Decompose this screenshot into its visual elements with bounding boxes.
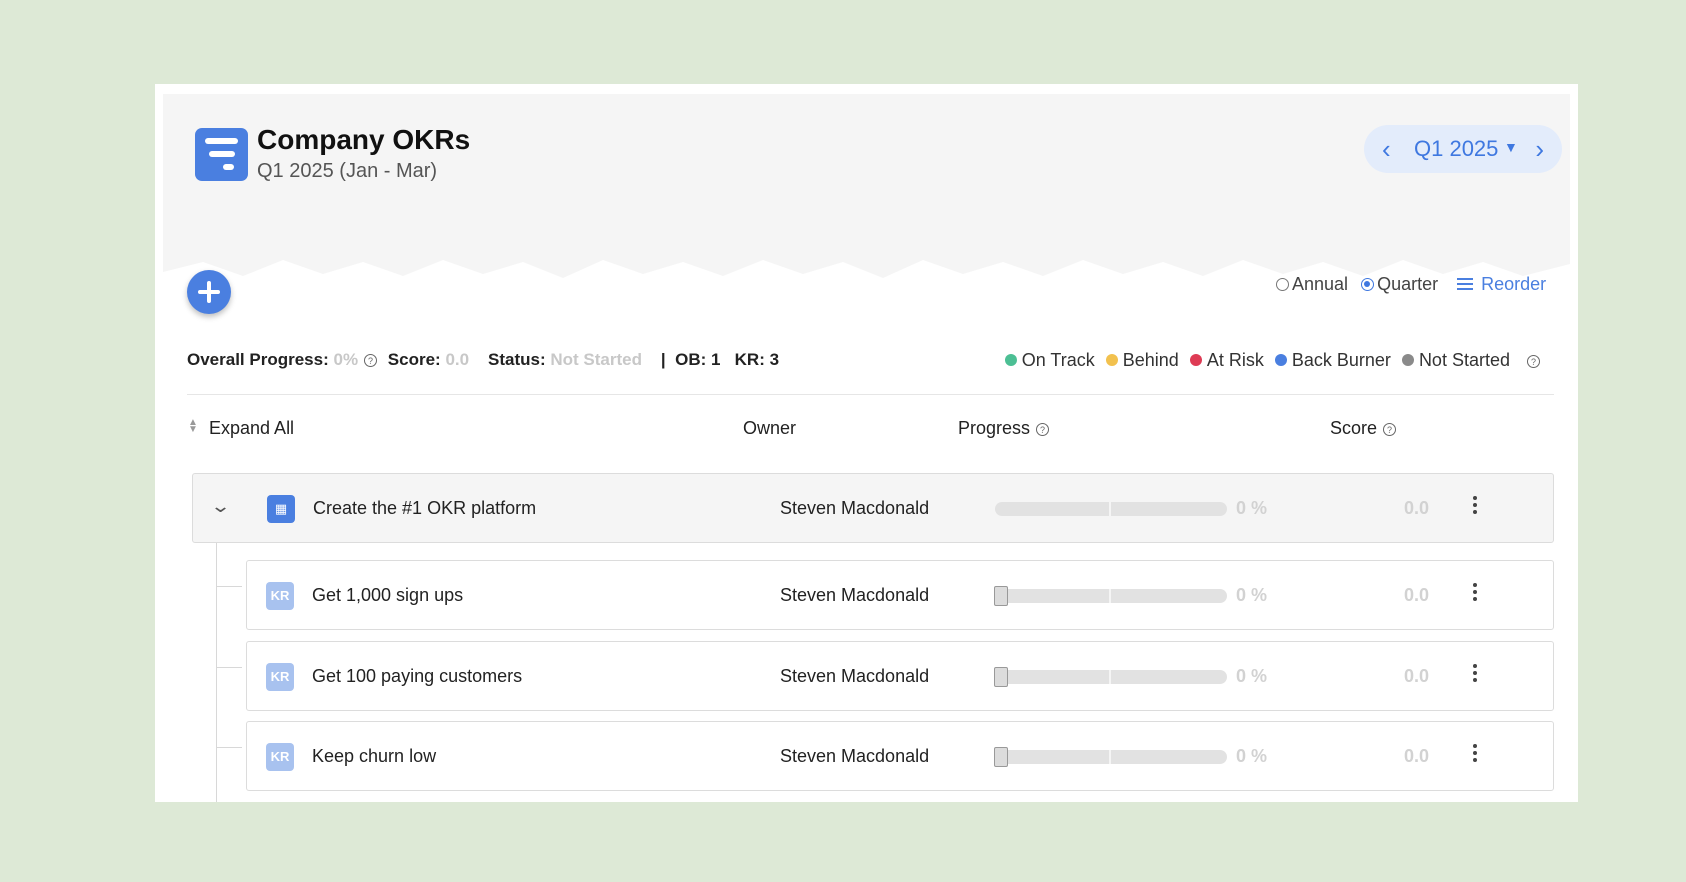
objective-owner: Steven Macdonald [780,498,930,518]
key-result-owner: Steven Macdonald [780,666,930,686]
summary-bar: Overall Progress: 0%? Score: 0.0 Status:… [187,350,780,369]
page-title: Company OKRs [257,124,471,155]
kr-icon: KR [266,582,294,610]
objective-row[interactable]: ⌄ ▦ Create the #1 OKR platform Steven Ma… [192,473,1554,543]
header: Company OKRs Q1 2025 (Jan - Mar) ‹ Q1 20… [163,94,1570,294]
slider-handle[interactable] [994,747,1008,767]
chevron-left-icon[interactable]: ‹ [1382,134,1391,165]
tree-branch [216,747,242,748]
divider [187,394,1554,395]
key-result-score: 0.0 [1404,585,1430,605]
caret-down-icon[interactable]: ▼ [1504,139,1518,155]
slider-handle[interactable] [994,667,1008,687]
legend-at-risk: At Risk [1189,350,1264,371]
key-result-score: 0.0 [1404,746,1430,766]
tree-branch [216,586,242,587]
slider-handle[interactable] [994,586,1008,606]
progress-slider[interactable] [994,747,1227,767]
ob-count: 1 [711,350,721,369]
expand-all-button[interactable]: ▲ ▼ Expand All [187,418,294,439]
status-legend: On Track Behind At Risk Back Burner Not … [999,350,1546,371]
key-result-row[interactable]: KR Keep churn low Steven Macdonald 0 % 0… [246,721,1554,791]
sort-icon: ▲ ▼ [188,417,198,435]
building-icon: ▦ [267,495,295,523]
annual-radio[interactable] [1276,278,1289,291]
kr-icon: KR [266,743,294,771]
page-subtitle: Q1 2025 (Jan - Mar) [257,160,438,182]
progress-percent: 0 % [1236,585,1268,605]
objective-name[interactable]: Create the #1 OKR platform [313,498,536,519]
question-circle-icon[interactable]: ? [1527,355,1540,368]
score-value: 0.0 [445,350,470,369]
owner-column-header: Owner [743,418,797,438]
score-column-header: Score? [1330,418,1402,439]
overall-progress-value: 0% [333,350,359,369]
quarter-radio[interactable] [1361,278,1375,291]
legend-back-burner: Back Burner [1274,350,1391,371]
progress-slider[interactable] [994,667,1227,687]
reorder-button[interactable]: Reorder [1457,274,1546,295]
kebab-icon[interactable] [1473,664,1477,684]
progress-percent: 0 % [1236,498,1268,518]
kebab-icon[interactable] [1473,744,1477,764]
progress-bar [995,502,1227,516]
kr-count: 3 [769,350,780,369]
kr-icon: KR [266,663,294,691]
progress-slider[interactable] [994,586,1227,606]
question-circle-icon[interactable]: ? [364,354,378,367]
tree-branch [216,667,242,668]
objective-score: 0.0 [1404,498,1430,518]
key-result-owner: Steven Macdonald [780,585,930,605]
period-selector: ‹ Q1 2025 ▼ › [1364,125,1562,173]
kebab-icon[interactable] [1473,496,1477,516]
legend-on-track: On Track [1004,350,1095,371]
hamburger-icon [1457,278,1474,290]
key-result-owner: Steven Macdonald [780,746,930,766]
tree-connector [216,542,217,802]
kebab-icon[interactable] [1473,583,1477,603]
quarter-option[interactable]: Quarter [1361,274,1438,295]
okr-logo-icon [195,128,248,181]
add-objective-button[interactable] [187,270,231,314]
chevron-right-icon[interactable]: › [1535,134,1544,165]
legend-behind: Behind [1105,350,1179,371]
progress-percent: 0 % [1236,746,1268,766]
progress-percent: 0 % [1236,666,1268,686]
key-result-name[interactable]: Keep churn low [312,746,436,767]
key-result-row[interactable]: KR Get 1,000 sign ups Steven Macdonald 0… [246,560,1554,630]
period-dropdown[interactable]: Q1 2025 [1414,136,1498,162]
key-result-name[interactable]: Get 1,000 sign ups [312,585,463,606]
question-circle-icon[interactable]: ? [1383,423,1397,436]
legend-not-started: Not Started [1401,350,1510,371]
progress-column-header: Progress? [958,418,1055,439]
annual-option[interactable]: Annual [1276,274,1348,295]
chevron-down-icon[interactable]: ⌄ [210,496,231,517]
key-result-name[interactable]: Get 100 paying customers [312,666,522,687]
key-result-row[interactable]: KR Get 100 paying customers Steven Macdo… [246,641,1554,711]
status-value: Not Started [550,350,642,369]
view-options: Annual Quarter Reorder [1276,274,1546,295]
okr-card: Company OKRs Q1 2025 (Jan - Mar) ‹ Q1 20… [155,84,1578,802]
question-circle-icon[interactable]: ? [1036,423,1050,436]
key-result-score: 0.0 [1404,666,1430,686]
